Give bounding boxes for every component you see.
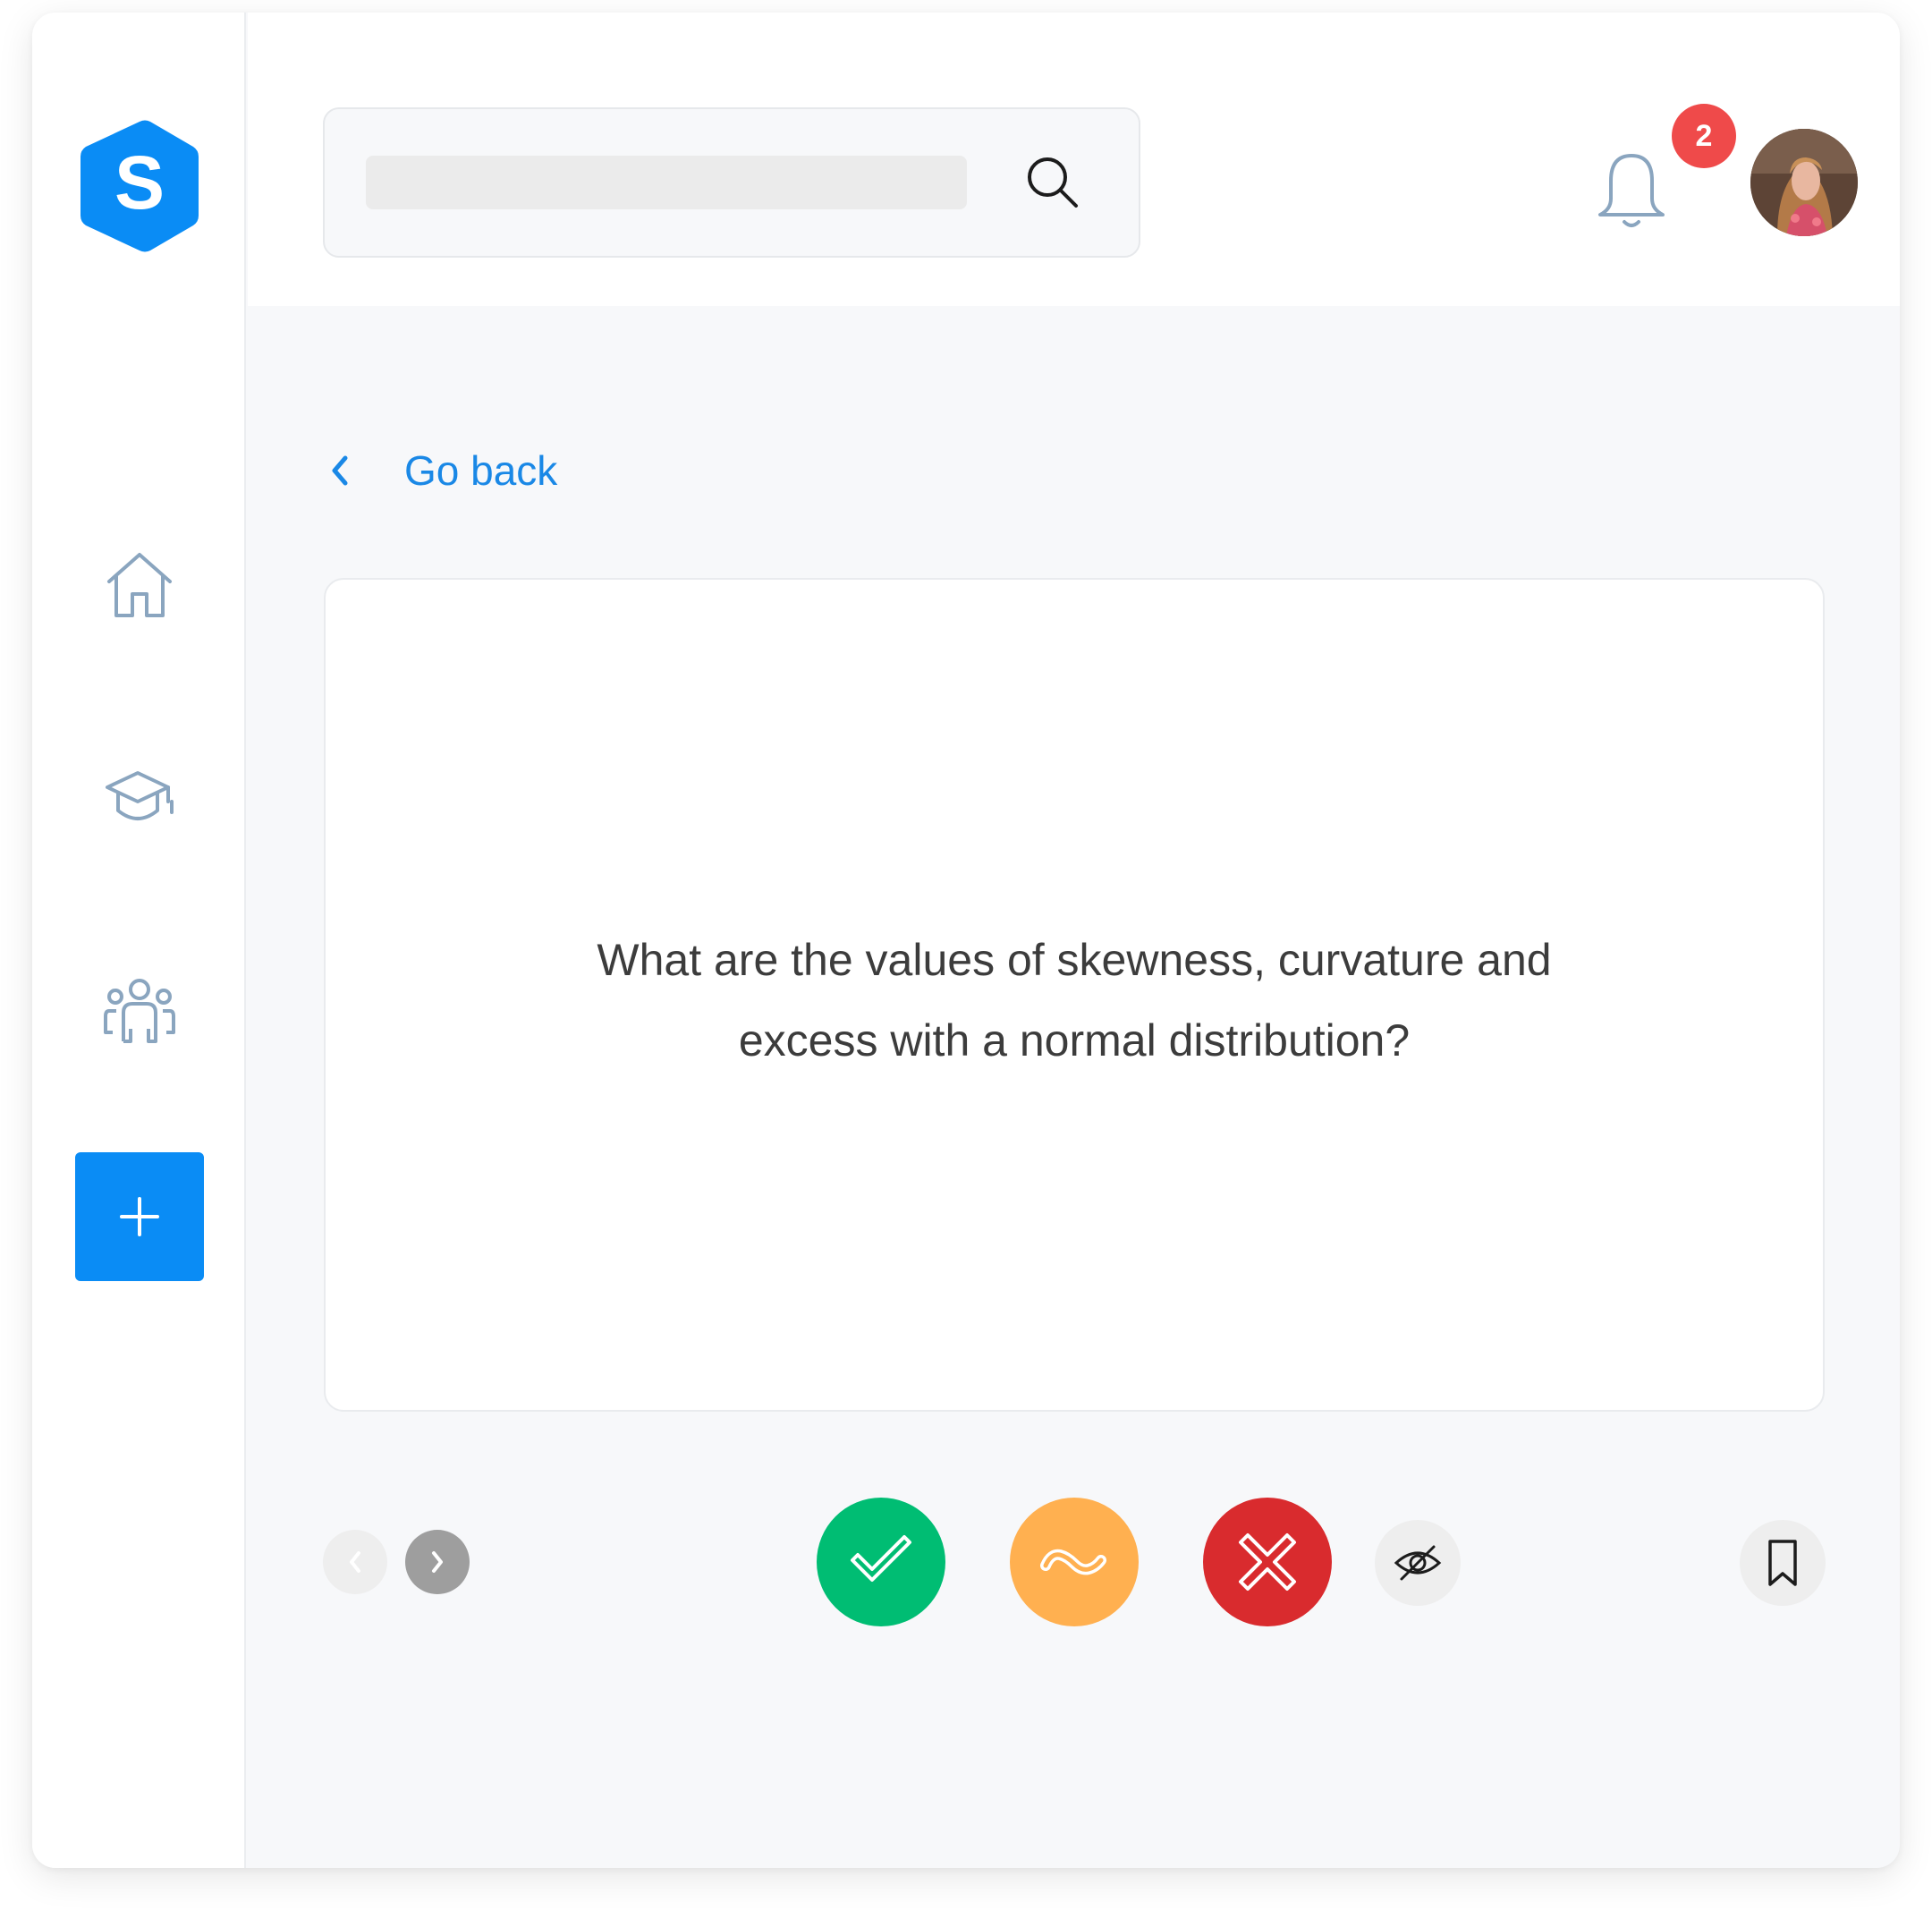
next-card-button[interactable] bbox=[405, 1530, 470, 1594]
logo-letter: S bbox=[114, 140, 165, 225]
graduation-cap-icon bbox=[106, 771, 174, 820]
flashcard[interactable]: What are the values of skewness, curvatu… bbox=[324, 578, 1825, 1412]
flashcard-question: What are the values of skewness, curvatu… bbox=[597, 935, 1552, 1065]
check-icon bbox=[851, 1535, 911, 1582]
notifications-button[interactable] bbox=[1591, 147, 1672, 236]
answer-partial-button[interactable] bbox=[1010, 1498, 1139, 1626]
chevron-left-icon bbox=[350, 1551, 360, 1573]
avatar-photo bbox=[1750, 129, 1858, 236]
go-back-link[interactable]: Go back bbox=[327, 435, 557, 506]
eye-off-icon bbox=[1394, 1545, 1442, 1581]
sidebar-item-groups[interactable] bbox=[100, 975, 179, 1054]
bookmark-button[interactable] bbox=[1740, 1520, 1826, 1606]
bell-icon bbox=[1598, 154, 1665, 227]
answer-wrong-button[interactable] bbox=[1203, 1498, 1332, 1626]
top-bar: 2 bbox=[248, 13, 1900, 306]
go-back-label: Go back bbox=[404, 447, 558, 494]
search-bar bbox=[323, 107, 1140, 258]
answer-correct-button[interactable] bbox=[817, 1498, 945, 1626]
chevron-right-icon bbox=[432, 1551, 443, 1573]
sidebar-item-home[interactable] bbox=[100, 546, 179, 624]
sidebar: S bbox=[32, 13, 246, 1868]
chevron-left-icon bbox=[332, 455, 348, 486]
bookmark-icon bbox=[1768, 1540, 1797, 1586]
search-input[interactable] bbox=[366, 156, 967, 209]
logo-hexagon-icon: S bbox=[80, 120, 199, 252]
hide-card-button[interactable] bbox=[1375, 1520, 1461, 1606]
app-logo[interactable]: S bbox=[77, 118, 202, 254]
add-button[interactable] bbox=[75, 1152, 204, 1281]
app-window: S 2 Go back What are the values of skewn… bbox=[32, 13, 1900, 1868]
search-button[interactable] bbox=[1021, 150, 1085, 215]
home-icon bbox=[107, 553, 172, 617]
users-group-icon bbox=[104, 979, 175, 1043]
x-icon bbox=[1239, 1533, 1296, 1591]
plus-icon bbox=[120, 1197, 159, 1236]
previous-card-button[interactable] bbox=[323, 1530, 387, 1594]
user-avatar[interactable] bbox=[1750, 129, 1858, 236]
sidebar-item-courses[interactable] bbox=[100, 760, 179, 839]
notification-badge: 2 bbox=[1672, 104, 1736, 168]
search-icon bbox=[1028, 157, 1078, 208]
wave-icon bbox=[1040, 1549, 1106, 1575]
